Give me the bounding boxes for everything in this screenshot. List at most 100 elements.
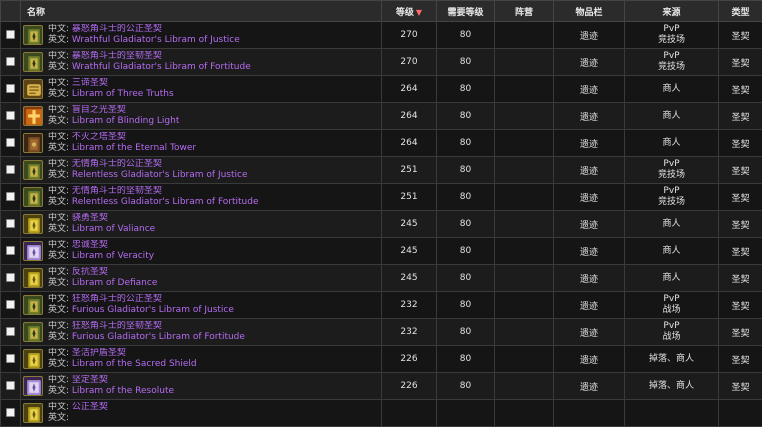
item-name-chinese-link[interactable]: 盲目之光圣契 <box>72 105 126 115</box>
type-cell: 圣契 <box>719 49 762 76</box>
item-name-english-link[interactable]: Libram of the Sacred Shield <box>72 359 197 369</box>
table-row[interactable]: 中文: 无情角斗士的坚韧圣契 英文: Relentless Gladiator'… <box>1 184 762 211</box>
item-name-english-link[interactable]: Wrathful Gladiator's Libram of Fortitude <box>72 62 251 72</box>
source-primary: 商人 <box>625 138 718 149</box>
item-name-english-link[interactable]: Libram of Veracity <box>72 251 154 261</box>
yellow-libram-icon[interactable] <box>23 268 43 288</box>
row-checkbox[interactable] <box>6 219 15 228</box>
purple-libram-icon[interactable] <box>23 241 43 261</box>
source-secondary: 竞技场 <box>625 62 718 73</box>
item-name-chinese-link[interactable]: 无情角斗士的公正圣契 <box>72 159 162 169</box>
column-header-slot[interactable]: 物品栏 <box>554 1 625 22</box>
orange-cross-icon[interactable] <box>23 106 43 126</box>
table-row[interactable]: 中文: 坚定圣契 英文: Libram of the Resolute 226 … <box>1 373 762 400</box>
row-checkbox[interactable] <box>6 192 15 201</box>
table-row[interactable]: 中文: 狂怒角斗士的坚韧圣契 英文: Furious Gladiator's L… <box>1 319 762 346</box>
row-checkbox[interactable] <box>6 300 15 309</box>
source-primary: 商人 <box>625 219 718 230</box>
green-gold-libram-icon[interactable] <box>23 160 43 180</box>
chinese-label: 中文: <box>48 132 69 142</box>
yellow-libram-icon[interactable] <box>23 349 43 369</box>
row-checkbox[interactable] <box>6 381 15 390</box>
yellow-libram-icon[interactable] <box>23 214 43 234</box>
row-checkbox[interactable] <box>6 57 15 66</box>
row-checkbox[interactable] <box>6 84 15 93</box>
item-name-english-link[interactable]: Wrathful Gladiator's Libram of Justice <box>72 35 240 45</box>
source-primary: PvP <box>625 186 718 197</box>
column-header-ilvl[interactable]: 等级▼ <box>382 1 437 22</box>
item-name-chinese-link[interactable]: 圣洁护盾圣契 <box>72 348 126 358</box>
item-name-english-link[interactable]: Libram of Three Truths <box>72 89 174 99</box>
table-row[interactable]: 中文: 狂怒角斗士的公正圣契 英文: Furious Gladiator's L… <box>1 292 762 319</box>
column-header-faction[interactable]: 阵营 <box>495 1 554 22</box>
table-row[interactable]: 中文: 公正圣契 英文: <box>1 400 762 427</box>
item-name-chinese-link[interactable]: 狂怒角斗士的坚韧圣契 <box>72 321 162 331</box>
item-name-chinese-link[interactable]: 狂怒角斗士的公正圣契 <box>72 294 162 304</box>
purple-libram-icon[interactable] <box>23 376 43 396</box>
required-level-cell: 80 <box>437 157 495 184</box>
column-header-name[interactable]: 名称 <box>21 1 382 22</box>
item-name-english-link[interactable]: Furious Gladiator's Libram of Fortitude <box>72 332 245 342</box>
table-row[interactable]: 中文: 三谛圣契 英文: Libram of Three Truths 264 … <box>1 76 762 103</box>
table-row[interactable]: 中文: 无情角斗士的公正圣契 英文: Relentless Gladiator'… <box>1 157 762 184</box>
row-checkbox[interactable] <box>6 30 15 39</box>
row-checkbox[interactable] <box>6 327 15 336</box>
column-header-slot-label: 物品栏 <box>575 8 602 18</box>
table-row[interactable]: 中文: 骁勇圣契 英文: Libram of Valiance 245 80 遗… <box>1 211 762 238</box>
table-row[interactable]: 中文: 圣洁护盾圣契 英文: Libram of the Sacred Shie… <box>1 346 762 373</box>
green-gold-libram-icon[interactable] <box>23 187 43 207</box>
row-checkbox[interactable] <box>6 111 15 120</box>
slot-cell: 遗迹 <box>554 49 625 76</box>
row-select-cell <box>1 373 21 400</box>
item-name-chinese-link[interactable]: 暴怒角斗士的公正圣契 <box>72 24 162 34</box>
green-gold-libram-icon[interactable] <box>23 322 43 342</box>
table-row[interactable]: 中文: 反抗圣契 英文: Libram of Defiance 245 80 遗… <box>1 265 762 292</box>
item-name-english-link[interactable]: Libram of Defiance <box>72 278 157 288</box>
item-name-english-link[interactable]: Libram of Blinding Light <box>72 116 179 126</box>
item-name-chinese-link[interactable]: 不灭之塔圣契 <box>72 132 126 142</box>
item-name-chinese-link[interactable]: 反抗圣契 <box>72 267 108 277</box>
green-gold-libram-icon[interactable] <box>23 25 43 45</box>
item-name-english-link[interactable]: Relentless Gladiator's Libram of Justice <box>72 170 248 180</box>
item-level-cell: 270 <box>382 22 437 49</box>
english-label: 英文: <box>48 386 69 396</box>
item-name-english-link[interactable]: Relentless Gladiator's Libram of Fortitu… <box>72 197 259 207</box>
row-checkbox[interactable] <box>6 165 15 174</box>
item-name-english-link[interactable]: Libram of the Eternal Tower <box>72 143 196 153</box>
column-header-type[interactable]: 类型 <box>719 1 762 22</box>
slot-cell: 遗迹 <box>554 373 625 400</box>
row-select-cell <box>1 211 21 238</box>
item-name-chinese-link[interactable]: 公正圣契 <box>72 402 108 412</box>
item-name-english-link[interactable]: Libram of Valiance <box>72 224 155 234</box>
green-gold-libram-icon[interactable] <box>23 295 43 315</box>
row-select-cell <box>1 22 21 49</box>
table-row[interactable]: 中文: 暴怒角斗士的公正圣契 英文: Wrathful Gladiator's … <box>1 22 762 49</box>
row-checkbox[interactable] <box>6 246 15 255</box>
column-header-required-level[interactable]: 需要等级 <box>437 1 495 22</box>
faction-cell <box>495 400 554 427</box>
item-name-english-link[interactable]: Libram of the Resolute <box>72 386 174 396</box>
row-checkbox[interactable] <box>6 408 15 417</box>
table-row[interactable]: 中文: 盲目之光圣契 英文: Libram of Blinding Light … <box>1 103 762 130</box>
row-checkbox[interactable] <box>6 273 15 282</box>
row-checkbox[interactable] <box>6 138 15 147</box>
item-name-english-link[interactable]: Furious Gladiator's Libram of Justice <box>72 305 234 315</box>
table-row[interactable]: 中文: 忠诚圣契 英文: Libram of Veracity 245 80 遗… <box>1 238 762 265</box>
row-checkbox[interactable] <box>6 354 15 363</box>
item-name-chinese-link[interactable]: 骁勇圣契 <box>72 213 108 223</box>
golden-scroll-icon[interactable] <box>23 79 43 99</box>
required-level-cell: 80 <box>437 76 495 103</box>
brown-tome-icon[interactable] <box>23 133 43 153</box>
table-row[interactable]: 中文: 不灭之塔圣契 英文: Libram of the Eternal Tow… <box>1 130 762 157</box>
column-header-source[interactable]: 来源 <box>625 1 719 22</box>
item-name-chinese-link[interactable]: 暴怒角斗士的坚韧圣契 <box>72 51 162 61</box>
item-name-chinese-link[interactable]: 无情角斗士的坚韧圣契 <box>72 186 162 196</box>
item-name-chinese-link[interactable]: 三谛圣契 <box>72 78 108 88</box>
item-name-chinese-link[interactable]: 坚定圣契 <box>72 375 108 385</box>
green-gold-libram-icon[interactable] <box>23 52 43 72</box>
table-row[interactable]: 中文: 暴怒角斗士的坚韧圣契 英文: Wrathful Gladiator's … <box>1 49 762 76</box>
item-name-chinese-link[interactable]: 忠诚圣契 <box>72 240 108 250</box>
faction-cell <box>495 292 554 319</box>
yellow-libram-icon[interactable] <box>23 403 43 423</box>
chinese-label: 中文: <box>48 186 69 196</box>
